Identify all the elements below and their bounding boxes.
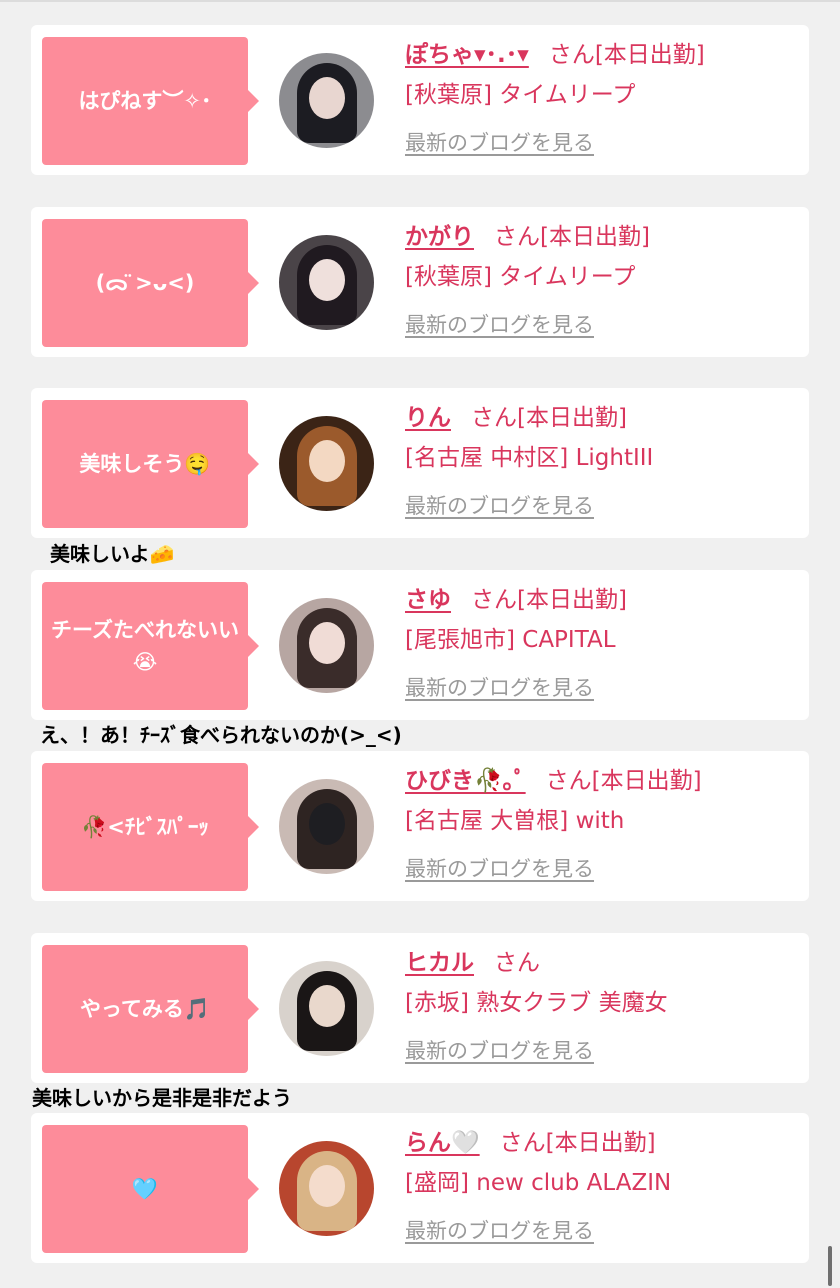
cast-avatar[interactable]	[279, 779, 374, 874]
cast-avatar[interactable]	[279, 961, 374, 1056]
blog-link[interactable]: 最新のブログを見る	[405, 849, 594, 889]
cast-info: かがり さん[本日出勤] [秋葉原] タイムリープ 最新のブログを見る	[405, 217, 805, 345]
cast-name-link[interactable]: りん	[405, 405, 451, 431]
blog-link[interactable]: 最新のブログを見る	[405, 486, 594, 526]
avatar-face	[309, 77, 345, 119]
cast-name-link[interactable]: ヒカル	[405, 950, 474, 976]
avatar-face	[309, 440, 345, 482]
cast-info: りん さん[本日出勤] [名古屋 中村区] LightIII 最新のブログを見る	[405, 398, 805, 526]
avatar-face	[309, 985, 345, 1027]
blog-link[interactable]: 最新のブログを見る	[405, 668, 594, 708]
name-line: りん さん[本日出勤]	[405, 398, 805, 438]
cast-info: ヒカル さん [赤坂] 熟女クラブ 美魔女 最新のブログを見る	[405, 943, 805, 1071]
name-line: かがり さん[本日出勤]	[405, 217, 805, 257]
cast-name-link[interactable]: ぽちゃ▾･.･▾	[405, 42, 529, 68]
message-bubble: チーズたべれないい😭	[42, 582, 259, 710]
comment-overlay: え、！あ！ﾁｰｽﾞ食べられないのか(>_<)	[40, 723, 402, 747]
avatar-face	[309, 622, 345, 664]
cast-name-link[interactable]: ひびき🥀｡ﾟ	[405, 768, 526, 794]
name-line: ひびき🥀｡ﾟ さん[本日出勤]	[405, 761, 805, 801]
cast-name-link[interactable]: らん🤍	[405, 1130, 480, 1156]
shop-label: [尾張旭市] CAPITAL	[405, 627, 616, 653]
blog-link[interactable]: 最新のブログを見る	[405, 1211, 594, 1251]
cast-card: 🩵 らん🤍 さん[本日出勤] [盛岡] new club ALAZIN 最新のブロ…	[31, 1113, 809, 1263]
avatar-face	[309, 803, 345, 845]
cast-avatar[interactable]	[279, 598, 374, 693]
cast-status: さん[本日出勤]	[471, 405, 627, 431]
message-bubble: 🩵	[42, 1125, 259, 1253]
scrollbar-thumb[interactable]	[828, 1246, 832, 1286]
message-bubble: (ᯅ̈ >ᴗ<)	[42, 219, 259, 347]
cast-avatar[interactable]	[279, 53, 374, 148]
comment-overlay: 美味しいから是非是非だよう	[32, 1086, 292, 1110]
cast-card: やってみる🎵 ヒカル さん [赤坂] 熟女クラブ 美魔女 最新のブログを見る	[31, 933, 809, 1083]
avatar-face	[309, 259, 345, 301]
comment-overlay: 美味しいよ🧀	[50, 542, 175, 566]
cast-card: (ᯅ̈ >ᴗ<) かがり さん[本日出勤] [秋葉原] タイムリープ 最新のブログ…	[31, 207, 809, 357]
blog-link[interactable]: 最新のブログを見る	[405, 123, 594, 163]
cast-status: さん[本日出勤]	[548, 42, 705, 68]
avatar-face	[309, 1165, 345, 1207]
cast-status: さん	[494, 950, 540, 976]
shop-label: [名古屋 中村区] LightIII	[405, 445, 654, 471]
cast-avatar[interactable]	[279, 1141, 374, 1236]
cast-status: さん[本日出勤]	[545, 768, 702, 794]
cast-status: さん[本日出勤]	[494, 224, 650, 250]
cast-card: 🥀<ﾁﾋﾞｽﾊﾟｰｯ ひびき🥀｡ﾟ さん[本日出勤] [名古屋 大曽根] with…	[31, 751, 809, 901]
cast-avatar[interactable]	[279, 416, 374, 511]
shop-label: [名古屋 大曽根] with	[405, 808, 625, 834]
name-line: ぽちゃ▾･.･▾ さん[本日出勤]	[405, 35, 805, 75]
top-divider	[0, 0, 840, 2]
blog-link[interactable]: 最新のブログを見る	[405, 305, 594, 345]
cast-avatar[interactable]	[279, 235, 374, 330]
shop-label: [盛岡] new club ALAZIN	[405, 1170, 672, 1196]
shop-label: [秋葉原] タイムリープ	[405, 264, 636, 290]
message-bubble: やってみる🎵	[42, 945, 259, 1073]
cast-name-link[interactable]: さゆ	[405, 587, 451, 613]
cast-card: チーズたべれないい😭 さゆ さん[本日出勤] [尾張旭市] CAPITAL 最新の…	[31, 570, 809, 720]
message-bubble: 美味しそう🤤	[42, 400, 259, 528]
name-line: らん🤍 さん[本日出勤]	[405, 1123, 805, 1163]
message-bubble: 🥀<ﾁﾋﾞｽﾊﾟｰｯ	[42, 763, 259, 891]
name-line: ヒカル さん	[405, 943, 805, 983]
cast-name-link[interactable]: かがり	[405, 224, 474, 250]
shop-label: [秋葉原] タイムリープ	[405, 82, 636, 108]
cast-card: 美味しそう🤤 りん さん[本日出勤] [名古屋 中村区] LightIII 最新の…	[31, 388, 809, 538]
cast-status: さん[本日出勤]	[471, 587, 627, 613]
cast-info: ひびき🥀｡ﾟ さん[本日出勤] [名古屋 大曽根] with 最新のブログを見る	[405, 761, 805, 889]
shop-label: [赤坂] 熟女クラブ 美魔女	[405, 990, 668, 1016]
cast-status: さん[本日出勤]	[499, 1130, 656, 1156]
cast-info: らん🤍 さん[本日出勤] [盛岡] new club ALAZIN 最新のブログを…	[405, 1123, 805, 1251]
name-line: さゆ さん[本日出勤]	[405, 580, 805, 620]
cast-info: さゆ さん[本日出勤] [尾張旭市] CAPITAL 最新のブログを見る	[405, 580, 805, 708]
message-bubble: はぴねす︶✧･	[42, 37, 259, 165]
cast-card: はぴねす︶✧･ ぽちゃ▾･.･▾ さん[本日出勤] [秋葉原] タイムリープ 最新…	[31, 25, 809, 175]
blog-link[interactable]: 最新のブログを見る	[405, 1031, 594, 1071]
cast-info: ぽちゃ▾･.･▾ さん[本日出勤] [秋葉原] タイムリープ 最新のブログを見る	[405, 35, 805, 163]
